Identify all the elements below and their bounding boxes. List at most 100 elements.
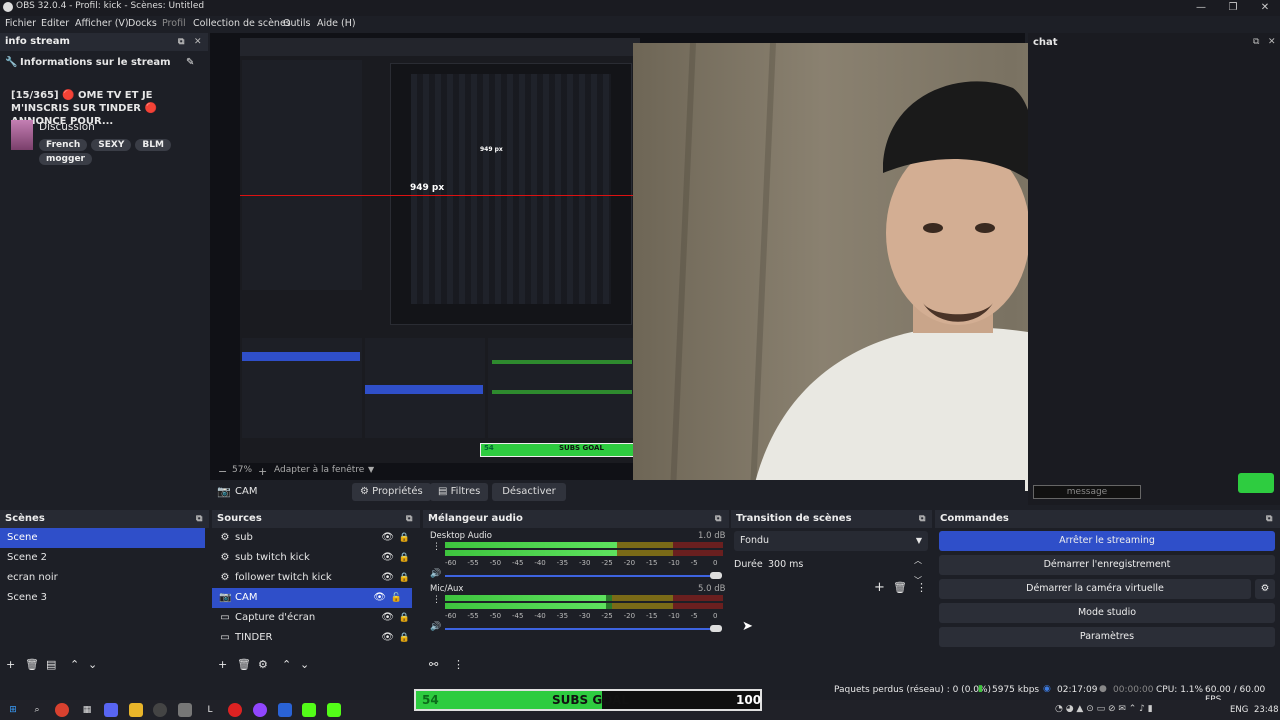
kebab-icon[interactable]: ⋮ bbox=[432, 595, 441, 605]
kebab-icon[interactable]: ⋮ bbox=[916, 581, 927, 594]
undock-icon[interactable]: ⧉ bbox=[178, 33, 184, 51]
move-up-icon[interactable]: ⌃ bbox=[282, 658, 291, 671]
lock-icon[interactable]: 🔒 bbox=[399, 528, 410, 548]
windows-start-icon[interactable]: ⊞ bbox=[6, 703, 20, 717]
menu-aide[interactable]: Aide (H) bbox=[317, 18, 356, 29]
undock-icon[interactable]: ⧉ bbox=[1253, 37, 1259, 47]
trash-icon[interactable]: 🗑 bbox=[25, 658, 39, 671]
volume-knob[interactable] bbox=[710, 625, 722, 632]
app-icon[interactable] bbox=[253, 703, 267, 717]
scene-item[interactable]: ecran noir bbox=[0, 568, 209, 588]
source-item[interactable]: 📷 CAM 👁 🔓 bbox=[212, 588, 412, 608]
preview-canvas[interactable]: 949 px 949 px 54 SUBS GOAL − 57% + Adapt… bbox=[210, 33, 1265, 503]
start-recording-button[interactable]: Démarrer l'enregistrement bbox=[939, 555, 1275, 575]
gear-icon[interactable]: ⚙ bbox=[258, 658, 268, 671]
link-icon[interactable]: ⚯ bbox=[429, 658, 438, 671]
menu-afficher[interactable]: Afficher (V) bbox=[75, 18, 129, 29]
move-down-icon[interactable]: ⌄ bbox=[300, 658, 309, 671]
chat-message-input[interactable]: message bbox=[1033, 485, 1141, 499]
app-icon[interactable] bbox=[178, 703, 192, 717]
add-icon[interactable]: + bbox=[218, 658, 227, 671]
close-dock-icon[interactable]: ✕ bbox=[194, 33, 202, 51]
gear-icon[interactable]: ⚙ bbox=[1255, 579, 1275, 599]
fit-select[interactable]: Adapter à la fenêtre bbox=[274, 465, 364, 475]
discord-icon[interactable] bbox=[104, 703, 118, 717]
source-item[interactable]: ▭ Capture d'écran 👁 🔒 bbox=[212, 608, 420, 628]
properties-button[interactable]: ⚙ Propriétés bbox=[352, 483, 431, 501]
zoom-in-icon[interactable]: + bbox=[258, 465, 267, 478]
language[interactable]: ENG bbox=[1230, 705, 1248, 715]
undock-icon[interactable]: ⧉ bbox=[1266, 510, 1272, 528]
folder-icon[interactable] bbox=[129, 703, 143, 717]
undock-icon[interactable]: ⧉ bbox=[406, 510, 412, 528]
kebab-icon[interactable]: ⋮ bbox=[453, 658, 464, 671]
menu-docks[interactable]: Docks bbox=[128, 18, 157, 29]
speaker-icon[interactable]: 🔊 bbox=[430, 622, 441, 632]
tray-icons[interactable]: ◔ ◕ ▲ ⊙ ▭ ⊘ ✉ ⌃ ♪ ▮ bbox=[1055, 704, 1153, 714]
eye-icon[interactable]: 👁 bbox=[381, 528, 394, 548]
speaker-icon[interactable]: 🔊 bbox=[430, 569, 441, 579]
filters-button[interactable]: ▤ Filtres bbox=[430, 483, 489, 501]
app-icon[interactable]: ▦ bbox=[80, 703, 94, 717]
duration-spinbox[interactable]: 300 ms ︿ ﹀ bbox=[763, 555, 928, 585]
move-down-icon[interactable]: ⌄ bbox=[88, 658, 97, 671]
eye-icon[interactable]: 👁 bbox=[373, 588, 386, 608]
minimize-icon[interactable]: — bbox=[1186, 0, 1216, 16]
volume-knob[interactable] bbox=[710, 572, 722, 579]
lock-icon[interactable]: 🔒 bbox=[399, 628, 410, 648]
close-icon[interactable]: ✕ bbox=[1250, 0, 1280, 16]
menu-profil[interactable]: Profil bbox=[162, 18, 186, 29]
undock-icon[interactable]: ⧉ bbox=[919, 510, 925, 528]
zoom-out-icon[interactable]: − bbox=[218, 465, 227, 478]
eye-icon[interactable]: 👁 bbox=[381, 548, 394, 568]
deactivate-button[interactable]: Désactiver bbox=[492, 483, 566, 501]
scene-item[interactable]: Scene 2 bbox=[0, 548, 209, 568]
chevron-down-icon[interactable]: ▼ bbox=[368, 465, 374, 474]
scene-item[interactable]: Scene bbox=[0, 528, 205, 548]
clock[interactable]: 23:48 bbox=[1254, 705, 1279, 715]
virtual-camera-button[interactable]: Démarrer la caméra virtuelle bbox=[939, 579, 1251, 599]
menu-fichier[interactable]: Fichier bbox=[5, 18, 36, 29]
app-icon[interactable] bbox=[228, 703, 242, 717]
filter-icon[interactable]: ▤ bbox=[46, 658, 56, 671]
lock-icon[interactable]: 🔒 bbox=[399, 568, 410, 588]
stop-streaming-button[interactable]: Arrêter le streaming bbox=[939, 531, 1275, 551]
add-icon[interactable]: + bbox=[6, 658, 15, 671]
move-up-icon[interactable]: ⌃ bbox=[70, 658, 79, 671]
trash-icon[interactable]: 🗑 bbox=[893, 581, 907, 594]
unlock-icon[interactable]: 🔓 bbox=[391, 588, 402, 608]
eye-icon[interactable]: 👁 bbox=[381, 628, 394, 648]
eye-icon[interactable]: 👁 bbox=[381, 608, 394, 628]
eye-icon[interactable]: 👁 bbox=[381, 568, 394, 588]
volume-slider[interactable] bbox=[445, 628, 713, 630]
edit-icon[interactable]: ✎ bbox=[186, 57, 194, 68]
menu-outils[interactable]: Outils bbox=[283, 18, 310, 29]
scene-item[interactable]: Scene 3 bbox=[0, 588, 209, 608]
kebab-icon[interactable]: ⋮ bbox=[432, 542, 441, 552]
volume-slider[interactable] bbox=[445, 575, 713, 577]
close-dock-icon[interactable]: ✕ bbox=[1268, 37, 1276, 47]
source-item[interactable]: ▭ TINDER 👁 🔒 bbox=[212, 628, 420, 648]
undock-icon[interactable]: ⧉ bbox=[715, 510, 721, 528]
app-icon[interactable] bbox=[327, 703, 341, 717]
chrome-icon[interactable] bbox=[55, 703, 69, 717]
restore-icon[interactable]: ❐ bbox=[1218, 0, 1248, 16]
chat-send-button[interactable] bbox=[1238, 473, 1274, 493]
search-icon[interactable]: ⌕ bbox=[30, 703, 44, 717]
add-icon[interactable]: + bbox=[874, 580, 885, 595]
app-icon[interactable]: ᒪ bbox=[203, 703, 217, 717]
trash-icon[interactable]: 🗑 bbox=[237, 658, 251, 671]
menu-editer[interactable]: Editer bbox=[41, 18, 69, 29]
app-icon[interactable] bbox=[278, 703, 292, 717]
source-item[interactable]: ⚙ sub 👁 🔒 bbox=[212, 528, 420, 548]
lock-icon[interactable]: 🔒 bbox=[399, 548, 410, 568]
obs-icon[interactable] bbox=[153, 703, 167, 717]
source-item[interactable]: ⚙ follower twitch kick 👁 🔒 bbox=[212, 568, 420, 588]
studio-mode-button[interactable]: Mode studio bbox=[939, 603, 1275, 623]
lock-icon[interactable]: 🔒 bbox=[399, 608, 410, 628]
source-item[interactable]: ⚙ sub twitch kick 👁 🔒 bbox=[212, 548, 420, 568]
undock-icon[interactable]: ⧉ bbox=[196, 510, 202, 528]
transition-select[interactable]: Fondu ▼ bbox=[734, 531, 928, 551]
settings-button[interactable]: Paramètres bbox=[939, 627, 1275, 647]
menu-collection[interactable]: Collection de scènes bbox=[193, 18, 291, 29]
